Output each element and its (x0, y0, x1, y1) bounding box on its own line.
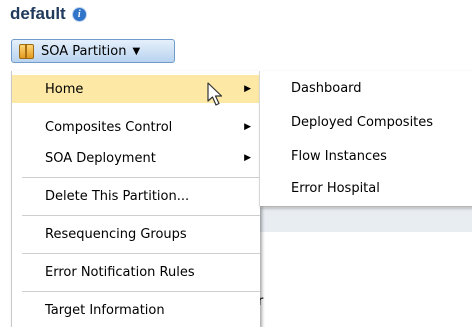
submenu-item-dashboard[interactable]: Dashboard (291, 81, 362, 96)
menu-item-label: Error Notification Rules (45, 264, 195, 280)
menu-divider (22, 253, 260, 254)
submenu-arrow-icon: ▶ (244, 84, 251, 94)
menu-item-resequencing-groups[interactable]: Resequencing Groups (12, 222, 260, 246)
menu-item-label: Delete This Partition... (45, 188, 190, 204)
submenu-item-deployed-composites[interactable]: Deployed Composites (291, 115, 433, 130)
home-submenu: Dashboard Deployed Composites Flow Insta… (259, 71, 472, 206)
menu-divider (22, 215, 260, 216)
submenu-item-error-hospital[interactable]: Error Hospital (291, 181, 380, 196)
soa-partition-label: SOA Partition (41, 43, 127, 59)
menu-item-error-notification-rules[interactable]: Error Notification Rules (12, 260, 260, 284)
info-icon[interactable]: i (72, 7, 86, 21)
menu-item-soa-deployment[interactable]: SOA Deployment ▶ (12, 146, 260, 170)
menu-item-composites-control[interactable]: Composites Control ▶ (12, 115, 260, 139)
background-band (259, 208, 472, 232)
menu-item-label: Composites Control (45, 119, 173, 135)
package-icon (19, 43, 34, 59)
mouse-cursor-icon (207, 82, 223, 106)
page-title-text: default (10, 4, 66, 23)
menu-item-label: SOA Deployment (45, 150, 156, 166)
submenu-item-flow-instances[interactable]: Flow Instances (291, 149, 387, 164)
menu-item-label: Target Information (45, 302, 165, 318)
submenu-arrow-icon: ▶ (244, 122, 251, 132)
menu-item-label: Resequencing Groups (45, 226, 187, 242)
menu-item-target-information[interactable]: Target Information (12, 298, 260, 322)
caret-down-icon: ▼ (132, 45, 141, 57)
menu-divider (22, 177, 260, 178)
submenu-arrow-icon: ▶ (244, 153, 251, 163)
soa-partition-menu: Home ▶ Composites Control ▶ SOA Deployme… (11, 71, 260, 327)
menu-item-delete-partition[interactable]: Delete This Partition... (12, 184, 260, 208)
soa-partition-menu-button[interactable]: SOA Partition ▼ (11, 39, 175, 63)
menu-item-label: Home (45, 81, 84, 97)
menu-divider (22, 291, 260, 292)
page-title: default i (10, 4, 86, 24)
